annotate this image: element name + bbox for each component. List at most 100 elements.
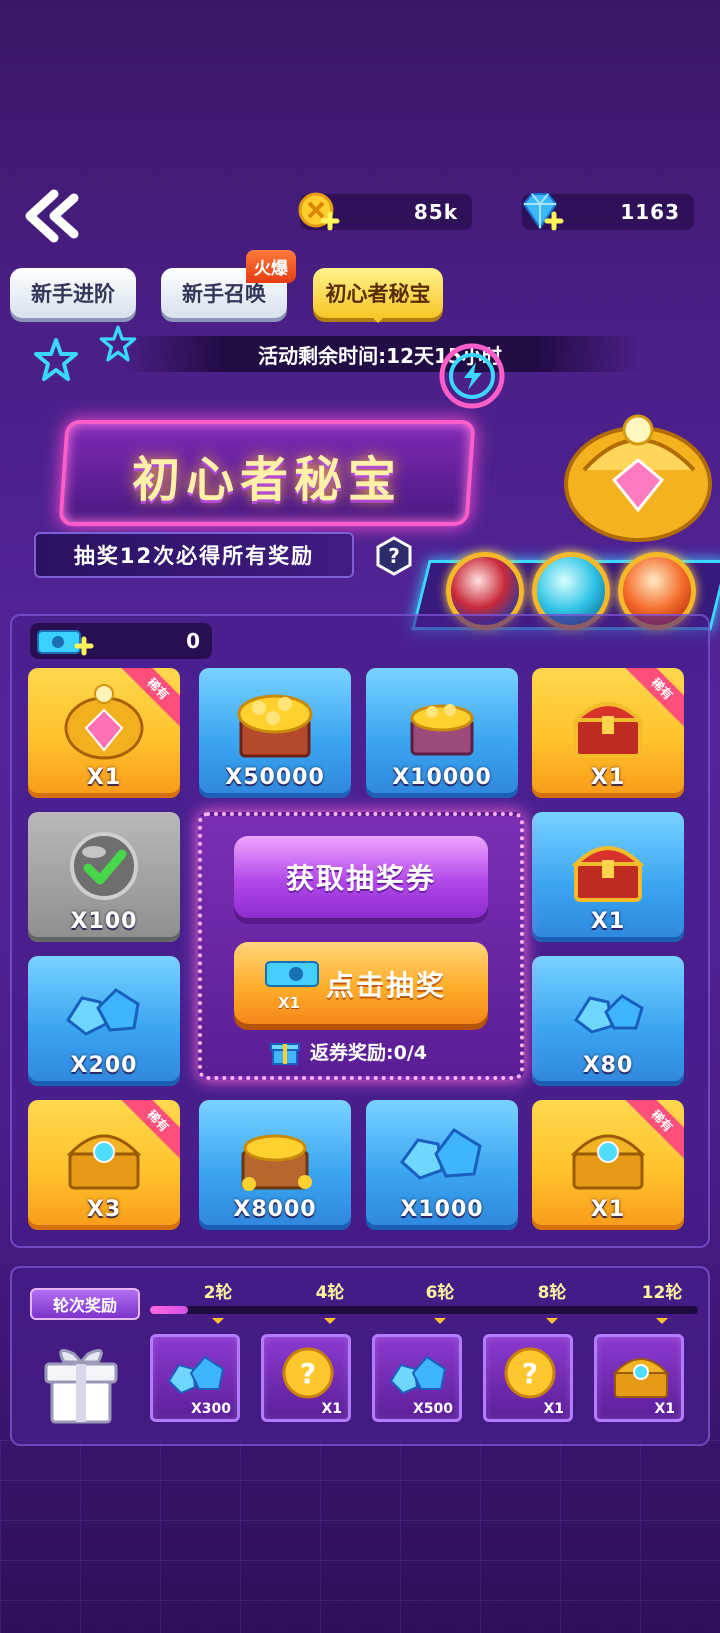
mystery-coin-icon: ? <box>282 1347 334 1399</box>
coin-value: 85k <box>413 200 458 224</box>
red-chest-icon <box>571 846 645 902</box>
return-reward-text: 返券奖励:0/4 <box>310 1041 427 1064</box>
hot-badge: 火爆 <box>246 250 296 283</box>
coin-chest-icon <box>237 694 313 758</box>
red-chest-icon <box>571 702 645 758</box>
return-reward: 返券奖励:0/4 <box>270 1036 427 1066</box>
prize-qty: X100 <box>70 909 138 934</box>
round-reward-qty: X1 <box>654 1401 675 1417</box>
round-reward-qty: X1 <box>543 1401 564 1417</box>
milestone-label: 12轮 <box>641 1283 683 1303</box>
milestone-marker-icon <box>212 1318 224 1330</box>
back-button[interactable] <box>20 188 84 244</box>
prize-qty: X80 <box>582 1053 634 1078</box>
gem-balance[interactable]: 1163 <box>522 193 694 231</box>
gems-icon <box>389 1355 447 1395</box>
prize-cell: 稀有 X3 <box>28 1100 180 1230</box>
prize-cell: X1000 <box>366 1100 518 1230</box>
banner-title: 初心者秘宝 <box>131 452 402 508</box>
draw-label: 点击抽奖 <box>326 969 447 1002</box>
prize-cell-claimed: X100 <box>28 812 180 942</box>
jeweled-chest-icon <box>570 1134 646 1190</box>
prize-cell: X50000 <box>199 668 351 798</box>
tab-label: 新手进阶 <box>31 282 115 306</box>
milestone-marker-icon <box>434 1318 446 1330</box>
milestone-label: 8轮 <box>537 1283 567 1303</box>
prize-qty: X1 <box>590 765 626 790</box>
prize-qty: X200 <box>70 1053 138 1078</box>
prize-qty: X8000 <box>233 1197 317 1222</box>
jeweled-chest-icon <box>612 1358 670 1398</box>
help-icon[interactable]: ? <box>374 536 414 576</box>
milestone-label: 2轮 <box>203 1283 233 1303</box>
double-chevron-left-icon <box>25 189 79 243</box>
lightning-badge-icon <box>439 343 505 409</box>
coin-plus-icon <box>298 192 340 231</box>
neon-star-icon <box>99 325 137 362</box>
svg-text:?: ? <box>300 1357 316 1390</box>
prize-cell: X200 <box>28 956 180 1086</box>
get-tickets-button[interactable]: 获取抽奖券 <box>234 836 488 918</box>
banner-subtitle: 抽奖12次必得所有奖励 <box>34 532 354 578</box>
tab-beginner-treasure[interactable]: 初心者秘宝 <box>313 268 443 323</box>
gems-icon <box>399 1128 482 1180</box>
prize-qty: X1 <box>590 909 626 934</box>
gem-value: 1163 <box>620 200 680 224</box>
round-reward-card[interactable]: X1 <box>594 1334 684 1422</box>
help-mark: ? <box>388 544 400 568</box>
golden-chest-icon <box>64 684 144 760</box>
ticket-balance[interactable]: 0 <box>30 623 212 659</box>
ticket-count-value: 0 <box>186 629 200 653</box>
round-reward-qty: X300 <box>190 1401 231 1417</box>
prize-cell: X8000 <box>199 1100 351 1230</box>
tab-newbie-advance[interactable]: 新手进阶 <box>10 268 136 318</box>
ticket-icon <box>265 961 319 987</box>
neon-star-icon <box>34 338 78 381</box>
milestone-marker-icon <box>324 1318 336 1330</box>
prize-cell: 稀有 X1 <box>532 1100 684 1230</box>
prize-cell: 稀有 X1 <box>532 668 684 798</box>
prize-cell: X1 <box>532 812 684 942</box>
coin-crate-icon <box>241 1134 312 1191</box>
round-rewards-label: 轮次奖励 <box>30 1288 140 1320</box>
round-reward-card[interactable]: ? X1 <box>483 1334 573 1422</box>
prize-cell: X80 <box>532 956 684 1086</box>
svg-text:?: ? <box>522 1357 538 1390</box>
gems-icon <box>66 988 140 1036</box>
draw-cost: X1 <box>278 994 301 1012</box>
milestone-label: 6轮 <box>425 1283 455 1303</box>
prize-qty: X1 <box>590 1197 626 1222</box>
featured-golden-chest-icon <box>564 414 712 542</box>
prize-qty: X1 <box>86 765 122 790</box>
gift-box-icon <box>270 1043 300 1065</box>
background-grid <box>0 1440 720 1633</box>
round-progress-bar <box>150 1306 698 1314</box>
jeweled-chest-icon <box>66 1134 142 1190</box>
prize-qty: X10000 <box>392 765 492 790</box>
prize-qty: X3 <box>86 1197 122 1222</box>
round-progress-fill <box>150 1306 189 1314</box>
milestone-marker-icon <box>546 1318 558 1330</box>
round-reward-card[interactable]: X500 <box>372 1334 462 1422</box>
tab-label: 初心者秘宝 <box>325 282 431 306</box>
gems-icon <box>167 1355 225 1395</box>
check-orb-icon <box>70 832 138 900</box>
round-reward-qty: X500 <box>412 1401 453 1417</box>
coin-balance[interactable]: 85k <box>298 192 472 231</box>
prize-cell: 稀有 X1 <box>28 668 180 798</box>
mystery-coin-icon: ? <box>504 1347 556 1399</box>
diamond-plus-icon <box>522 193 564 231</box>
milestone-marker-icon <box>656 1318 668 1330</box>
event-timer: 活动剩余时间:12天15小时 <box>120 336 640 372</box>
round-reward-card[interactable]: X300 <box>150 1334 240 1422</box>
white-gift-icon <box>44 1348 118 1424</box>
round-reward-qty: X1 <box>321 1401 342 1417</box>
round-reward-card[interactable]: ? X1 <box>261 1334 351 1422</box>
prize-qty: X50000 <box>225 765 325 790</box>
ticket-plus-icon <box>37 630 94 656</box>
coin-chest-small-icon <box>410 704 474 756</box>
draw-button[interactable]: X1 点击抽奖 <box>234 942 488 1024</box>
gems-icon <box>573 994 644 1034</box>
prize-qty: X1000 <box>400 1197 484 1222</box>
prize-cell: X10000 <box>366 668 518 798</box>
